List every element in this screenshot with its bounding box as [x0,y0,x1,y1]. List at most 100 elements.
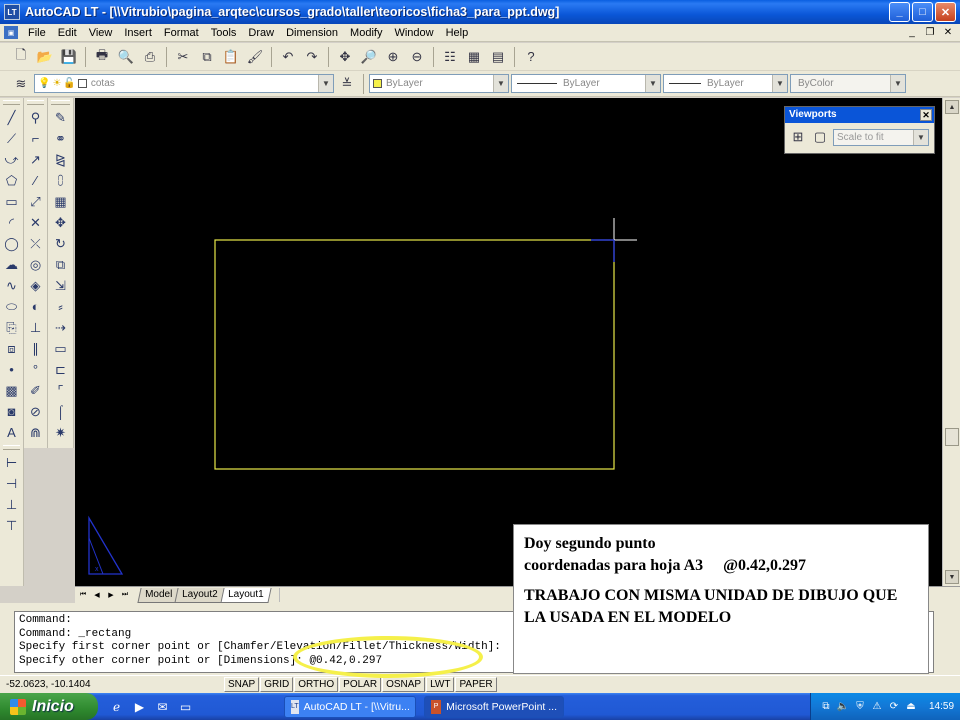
help-icon[interactable]: ? [520,46,542,68]
mirror-icon[interactable]: ⧎ [48,149,73,170]
first-tab-icon[interactable]: ⏮ [77,589,89,601]
arc-icon[interactable]: ◜ [0,212,23,233]
osnap-toggle[interactable]: OSNAP [382,677,426,692]
chevron-down-icon[interactable]: ▼ [645,75,660,92]
zoom-realtime-icon[interactable]: 🔎 [358,46,380,68]
ordinate-dimension-icon[interactable]: ⊥ [0,494,23,515]
doc-restore-button[interactable]: ❐ [922,25,938,39]
move-icon[interactable]: ✥ [48,212,73,233]
region-icon[interactable]: ◙ [0,401,23,422]
update-icon[interactable]: ⟳ [887,700,901,714]
erase-icon[interactable]: ✎ [48,107,73,128]
rotate-icon[interactable]: ↻ [48,233,73,254]
copy-icon[interactable]: ⧉ [196,46,218,68]
layer-manager-icon[interactable]: ≋ [10,73,32,95]
drawn-rectangle[interactable] [214,239,615,470]
palette-grip[interactable] [51,100,70,105]
menu-insert[interactable]: Insert [118,24,158,42]
menu-dimension[interactable]: Dimension [280,24,344,42]
snap-quadrant-icon[interactable]: ◈ [24,275,47,296]
plotstyle-combo[interactable]: ByColor ▼ [790,74,906,93]
ellipse-icon[interactable]: ⬭ [0,296,23,317]
linear-dimension-icon[interactable]: ⊢ [0,452,23,473]
doc-minimize-button[interactable]: _ [904,25,920,39]
snap-cross2-icon[interactable]: ⤫ [24,233,47,254]
break-icon[interactable]: ▭ [48,338,73,359]
save-icon[interactable]: 💾 [58,46,80,68]
new-file-icon[interactable]: 🗋 [10,46,32,68]
taskbar-autocad[interactable]: LT AutoCAD LT - [\\Vitru... [284,695,416,718]
taskbar-powerpoint[interactable]: P Microsoft PowerPoint ... [424,695,564,718]
publish-icon[interactable]: ⎙ [139,46,161,68]
print-icon[interactable]: 🖶 [91,46,113,68]
scale-icon[interactable]: ⧉ [48,254,73,275]
viewport-scale-combo[interactable]: Scale to fit ▼ [833,128,929,146]
stretch-icon[interactable]: ⇲ [48,275,73,296]
trim-icon[interactable]: ⸗ [48,296,73,317]
text-icon[interactable]: A [0,422,23,443]
chevron-down-icon[interactable]: ▼ [493,75,508,92]
polyline-icon[interactable]: ⤻ [0,149,23,170]
last-tab-icon[interactable]: ⏭ [119,589,131,601]
menu-window[interactable]: Window [388,24,439,42]
palette-grip[interactable] [3,100,20,105]
paste-icon[interactable]: 📋 [220,46,242,68]
snap-perpendicular-icon[interactable]: ⊥ [24,317,47,338]
snap-endpoint-icon[interactable]: ⚲ [24,107,47,128]
snap-toggle[interactable]: SNAP [224,677,260,692]
menu-draw[interactable]: Draw [242,24,280,42]
hatch-icon[interactable]: ▩ [0,380,23,401]
tab-layout2[interactable]: Layout2 [174,587,226,603]
menu-format[interactable]: Format [158,24,205,42]
chamfer-icon[interactable]: ⌜ [48,380,73,401]
display-viewports-icon[interactable]: ⊞ [789,128,807,146]
doc-close-button[interactable]: ✕ [940,25,956,39]
insert-block-icon[interactable]: ⎘ [0,317,23,338]
snap-parallel-icon[interactable]: ∥ [24,338,47,359]
explode-icon[interactable]: ✷ [48,422,73,443]
match-properties-icon[interactable]: 🖌 [244,46,266,68]
radius-dimension-icon[interactable]: ⊤ [0,515,23,536]
menu-view[interactable]: View [83,24,119,42]
osnap-settings-icon[interactable]: ⋒ [24,422,47,443]
line-icon[interactable]: ╱ [0,107,23,128]
tab-model[interactable]: Model [137,587,180,603]
menu-help[interactable]: Help [440,24,475,42]
design-center-icon[interactable]: ▦ [463,46,485,68]
document-icon[interactable]: ▣ [4,26,18,39]
color-combo[interactable]: ByLayer ▼ [369,74,509,93]
close-button[interactable]: ✕ [935,2,956,22]
revision-cloud-icon[interactable]: ☁ [0,254,23,275]
chevron-down-icon[interactable]: ▼ [890,75,905,92]
properties-icon[interactable]: ☷ [439,46,461,68]
snap-tangent-icon[interactable]: ◐ [24,296,47,317]
volume-icon[interactable]: 🔈 [836,700,850,714]
construction-line-icon[interactable]: ⟋ [0,128,23,149]
point-icon[interactable]: • [0,359,23,380]
viewports-title[interactable]: Viewports ✕ [785,107,934,123]
show-desktop-icon[interactable]: ▭ [177,698,194,715]
snap-extension-icon[interactable]: ⤢ [24,191,47,212]
lwt-toggle[interactable]: LWT [426,677,455,692]
spline-icon[interactable]: ∿ [0,275,23,296]
single-viewport-icon[interactable]: ▢ [811,128,829,146]
maximize-button[interactable]: □ [912,2,933,22]
menu-modify[interactable]: Modify [344,24,388,42]
make-block-icon[interactable]: ⧈ [0,338,23,359]
prev-tab-icon[interactable]: ◀ [91,589,103,601]
snap-node-icon[interactable]: ° [24,359,47,380]
fillet-icon[interactable]: ⌠ [48,401,73,422]
media-player-icon[interactable]: ▶ [131,698,148,715]
snap-cross-icon[interactable]: ✕ [24,212,47,233]
aligned-dimension-icon[interactable]: ⊣ [0,473,23,494]
linetype-combo[interactable]: ByLayer ▼ [511,74,661,93]
snap-none-icon[interactable]: ⊘ [24,401,47,422]
palette-grip[interactable] [3,445,20,450]
autocad-app-icon[interactable]: LT [4,4,20,20]
offset-icon[interactable]: ⩇ [48,170,73,191]
snap-apparent-icon[interactable]: ⁄ [24,170,47,191]
chevron-down-icon[interactable]: ▼ [913,129,928,145]
menu-file[interactable]: File [22,24,52,42]
make-object-layer-current-icon[interactable]: ≚ [336,73,358,95]
menu-tools[interactable]: Tools [205,24,243,42]
